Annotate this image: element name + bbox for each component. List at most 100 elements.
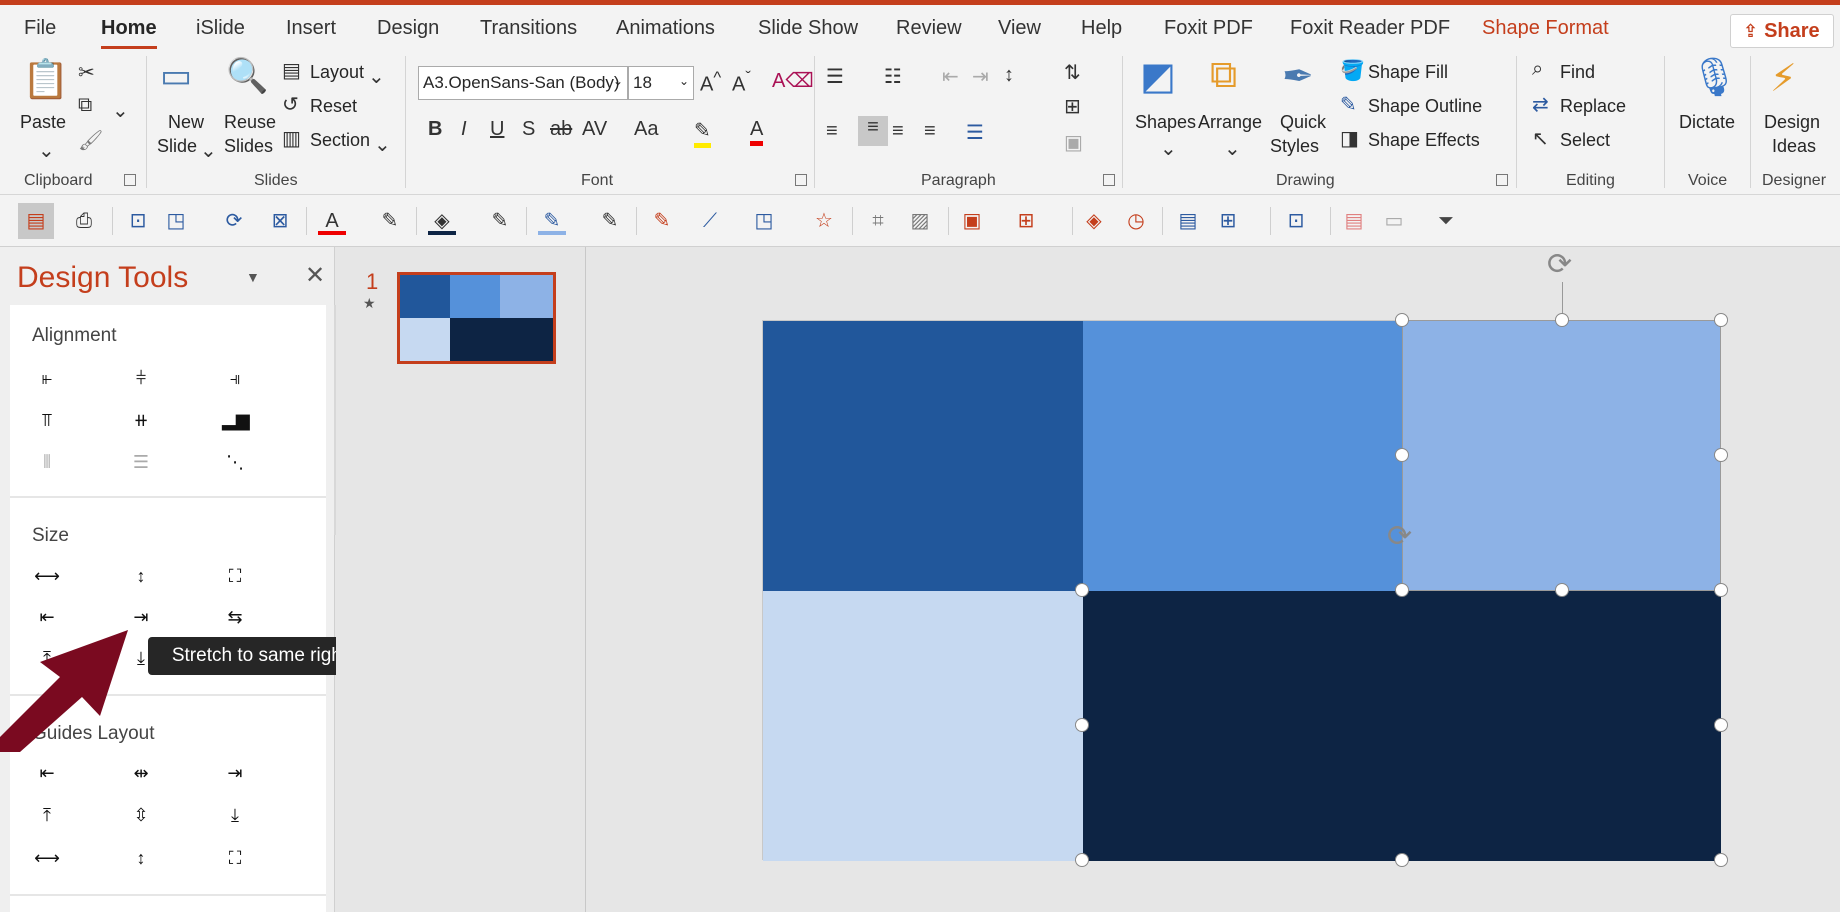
find-icon[interactable]: ⌕ bbox=[1532, 58, 1543, 81]
resize-handle[interactable] bbox=[1395, 853, 1409, 867]
reuse-slides-label-2[interactable]: Slides bbox=[224, 136, 273, 157]
arrange-icon[interactable]: ⧉ bbox=[1210, 54, 1237, 97]
microphone-icon[interactable]: 🎙 bbox=[1690, 56, 1738, 100]
tab-transitions[interactable]: Transitions bbox=[480, 17, 577, 40]
align-middle-icon[interactable]: ⧺ bbox=[128, 407, 154, 433]
paste-button[interactable]: Paste bbox=[20, 112, 66, 133]
reset-button[interactable]: Reset bbox=[310, 96, 357, 117]
guide-bottom-icon[interactable]: ⤓ bbox=[222, 802, 248, 828]
eyedropper-icon[interactable]: ✎ bbox=[376, 207, 404, 235]
decrease-indent-icon[interactable]: ⇤ bbox=[942, 64, 959, 89]
highlight-color-icon[interactable]: ✎ bbox=[694, 118, 711, 148]
layout-button[interactable]: Layout bbox=[310, 62, 364, 83]
shape-effects-icon[interactable]: ◨ bbox=[1340, 126, 1359, 151]
copy-icon[interactable]: ⧉ bbox=[78, 94, 92, 117]
resize-handle[interactable] bbox=[1714, 718, 1728, 732]
timer-icon[interactable]: ◷ bbox=[1122, 207, 1150, 235]
resize-handle[interactable] bbox=[1555, 583, 1569, 597]
layout-icon[interactable]: ▤ bbox=[1174, 207, 1202, 235]
outline-color-icon[interactable]: ✎ bbox=[538, 207, 566, 235]
ppt-icon[interactable]: ▤ bbox=[1340, 207, 1368, 235]
layout-dropdown-icon[interactable]: ⌄ bbox=[368, 64, 385, 89]
tab-help[interactable]: Help bbox=[1081, 17, 1122, 40]
resize-handle[interactable] bbox=[1714, 313, 1728, 327]
distribute-vertical-icon[interactable]: ☰ bbox=[128, 449, 154, 475]
design-ideas-icon[interactable]: ⚡ bbox=[1770, 56, 1797, 101]
replace-icon[interactable]: ⇄ bbox=[1532, 92, 1549, 117]
table-icon[interactable]: ⊞ bbox=[1012, 207, 1040, 235]
align-top-icon[interactable]: ⫪ bbox=[34, 407, 60, 433]
same-size-icon[interactable]: ⛶ bbox=[222, 563, 248, 589]
tab-home[interactable]: Home bbox=[101, 17, 157, 49]
shape-outline-button[interactable]: Shape Outline bbox=[1368, 96, 1482, 117]
shape-outline-icon[interactable]: ✎ bbox=[1340, 92, 1357, 117]
font-color-icon[interactable]: A bbox=[750, 118, 764, 146]
section-icon[interactable]: ▥ bbox=[282, 126, 301, 151]
guide-center-icon[interactable]: ⇹ bbox=[128, 760, 154, 786]
share-button[interactable]: ⇪ Share bbox=[1730, 14, 1834, 48]
close-icon[interactable]: ✕ bbox=[305, 261, 325, 290]
italic-icon[interactable]: I bbox=[461, 118, 467, 141]
font-name-combo[interactable]: A3.OpenSans-San (Body) ⌄ bbox=[418, 66, 628, 100]
change-case-icon[interactable]: Aa bbox=[634, 118, 658, 141]
justify-icon[interactable]: ≡ bbox=[924, 120, 936, 143]
resize-handle[interactable] bbox=[1714, 448, 1728, 462]
numbering-icon[interactable]: ☷ bbox=[884, 64, 902, 89]
shape-navy[interactable] bbox=[1083, 591, 1721, 861]
tab-slide-show[interactable]: Slide Show bbox=[758, 17, 858, 40]
section-button[interactable]: Section bbox=[310, 130, 370, 151]
overflow-menu-icon[interactable]: ⏷ bbox=[1432, 207, 1460, 235]
select-button[interactable]: Select bbox=[1560, 130, 1610, 151]
star-icon[interactable]: ☆ bbox=[810, 207, 838, 235]
shapes-icon[interactable]: ◩ bbox=[1140, 54, 1176, 99]
paste-icon[interactable]: 📋 bbox=[22, 58, 69, 108]
align-left-icon[interactable]: ⫦ bbox=[34, 365, 60, 391]
increase-font-icon[interactable]: A^ bbox=[700, 68, 721, 97]
bullets-icon[interactable]: ☰ bbox=[826, 64, 844, 89]
shape-tool-icon[interactable]: ◳ bbox=[750, 207, 778, 235]
guide-top-icon[interactable]: ⤒ bbox=[34, 802, 60, 828]
smartart-icon[interactable]: ▣ bbox=[1064, 130, 1083, 155]
shape-fill-button[interactable]: Shape Fill bbox=[1368, 62, 1448, 83]
shape-effects-button[interactable]: Shape Effects bbox=[1368, 130, 1480, 151]
decrease-font-icon[interactable]: Aˇ bbox=[732, 68, 751, 97]
resize-handle[interactable] bbox=[1395, 448, 1409, 462]
bold-icon[interactable]: B bbox=[428, 118, 442, 141]
tab-foxit-pdf[interactable]: Foxit PDF bbox=[1164, 17, 1253, 40]
dictate-button[interactable]: Dictate bbox=[1679, 112, 1735, 133]
reuse-slides-label-1[interactable]: Reuse bbox=[224, 112, 276, 133]
copy-dropdown-icon[interactable]: ⌄ bbox=[112, 98, 129, 123]
new-slide-label-2[interactable]: Slide bbox=[157, 136, 197, 157]
font-color-icon[interactable]: A bbox=[318, 207, 346, 235]
fill-color-icon[interactable]: ◈ bbox=[428, 207, 456, 235]
guide-middle-icon[interactable]: ⇳ bbox=[128, 802, 154, 828]
reset-icon[interactable]: ↺ bbox=[282, 92, 299, 117]
rotate-icon[interactable]: ⟳ bbox=[1387, 519, 1412, 554]
increase-indent-icon[interactable]: ⇥ bbox=[972, 64, 989, 89]
shape-pale-blue[interactable] bbox=[763, 591, 1083, 861]
columns-icon[interactable]: ☰ bbox=[966, 120, 984, 145]
quick-styles-label-2[interactable]: Styles bbox=[1270, 136, 1319, 157]
rotate-icon[interactable]: ⟳ bbox=[1547, 247, 1572, 282]
resize-handle[interactable] bbox=[1075, 853, 1089, 867]
fill-eyedropper-icon[interactable]: ✎ bbox=[486, 207, 514, 235]
guide-width-icon[interactable]: ⟷ bbox=[34, 845, 60, 871]
clipboard-launcher-icon[interactable] bbox=[124, 174, 136, 186]
folder-icon[interactable]: ▭ bbox=[1380, 207, 1408, 235]
drawing-launcher-icon[interactable] bbox=[1496, 174, 1508, 186]
format-painter-icon[interactable]: 🖌 bbox=[78, 128, 103, 153]
line-tool-icon[interactable]: ⟋ bbox=[696, 207, 724, 235]
resize-handle[interactable] bbox=[1075, 718, 1089, 732]
panel-menu-icon[interactable]: ▼ bbox=[246, 269, 260, 285]
guide-left-icon[interactable]: ⇤ bbox=[34, 760, 60, 786]
picture-icon[interactable]: ⊠ bbox=[266, 207, 294, 235]
guide-right-icon[interactable]: ⇥ bbox=[222, 760, 248, 786]
media-icon[interactable]: ▣ bbox=[958, 207, 986, 235]
export-icon[interactable]: ⎙ bbox=[70, 207, 98, 235]
reuse-slides-icon[interactable]: 🔍 bbox=[226, 56, 268, 96]
layout-icon[interactable]: ▤ bbox=[282, 58, 301, 83]
new-slide-dropdown-icon[interactable]: ⌄ bbox=[200, 138, 217, 163]
text-direction-icon[interactable]: ⇅ bbox=[1064, 60, 1081, 85]
design-ideas-label-2[interactable]: Ideas bbox=[1772, 136, 1816, 157]
resize-handle[interactable] bbox=[1714, 583, 1728, 597]
